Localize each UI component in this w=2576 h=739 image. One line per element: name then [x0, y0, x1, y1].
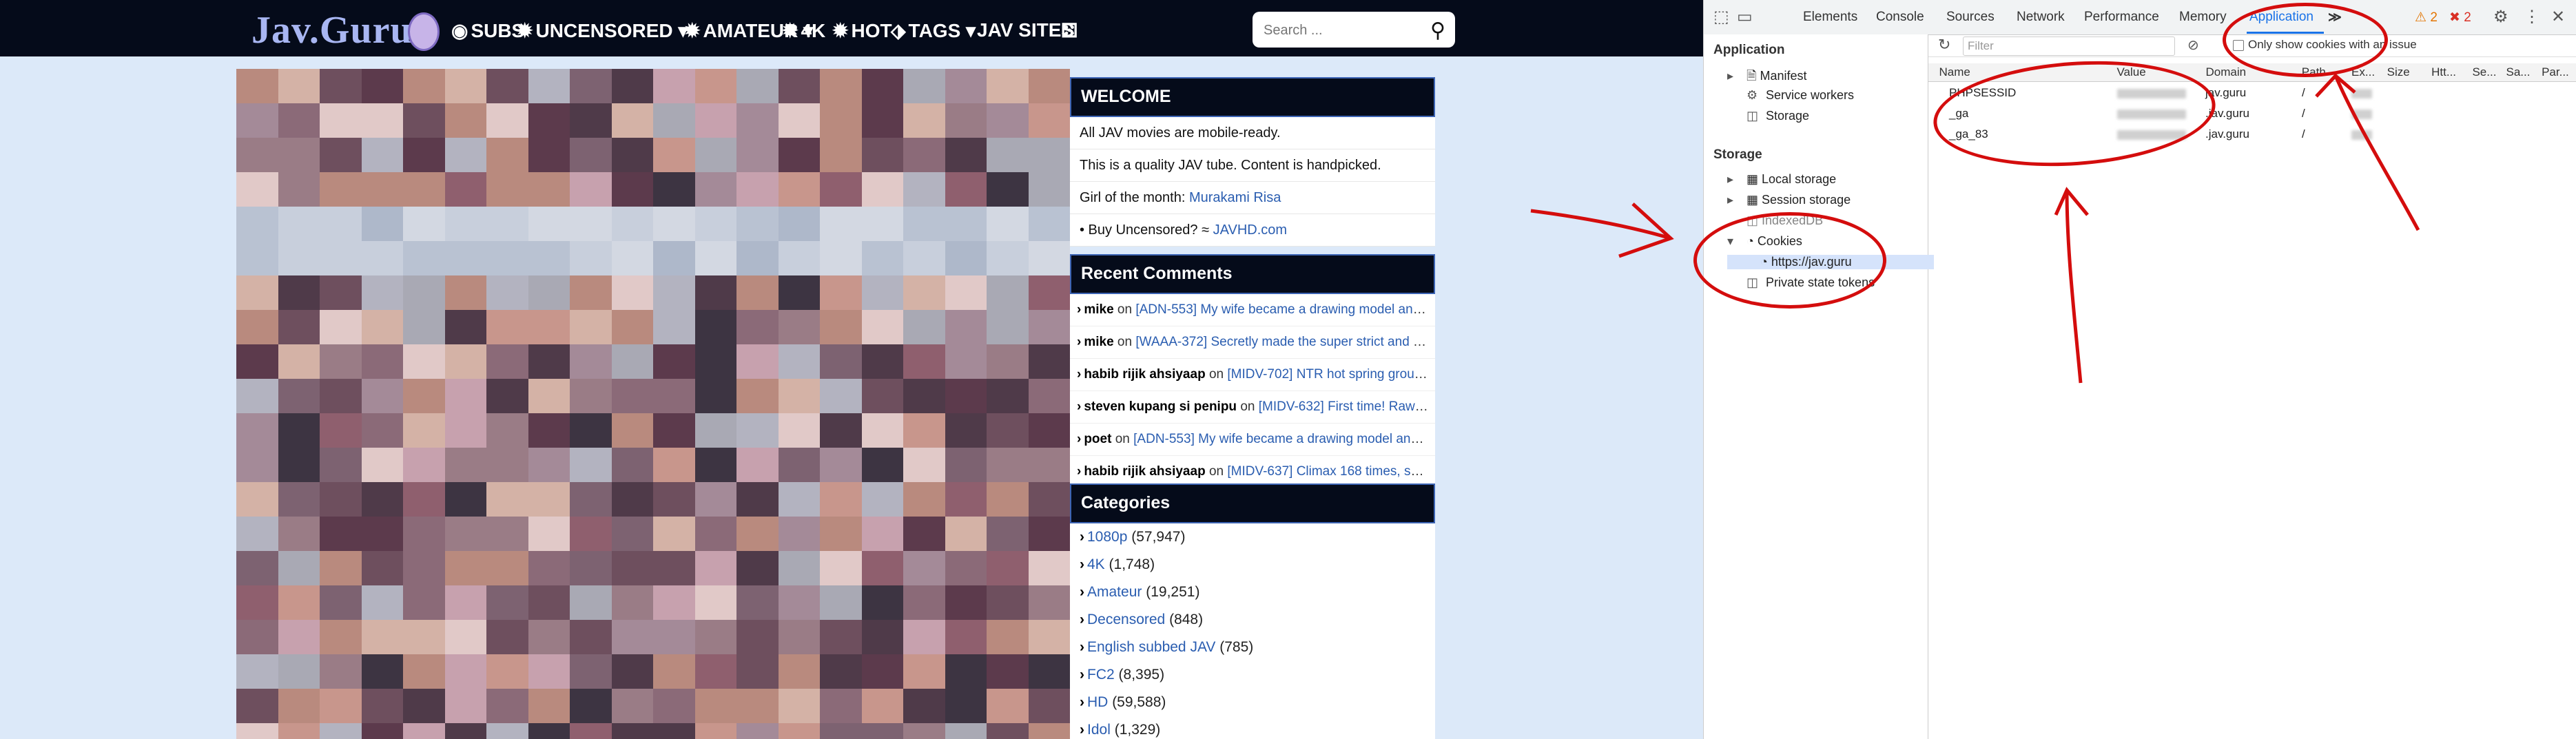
arrow-to-rows — [2065, 189, 2083, 384]
arrow-to-cookies — [1530, 209, 1671, 240]
annotation-arrows — [1530, 73, 2420, 384]
arrow-head — [2054, 187, 2089, 216]
arrow-to-application — [2333, 75, 2420, 231]
